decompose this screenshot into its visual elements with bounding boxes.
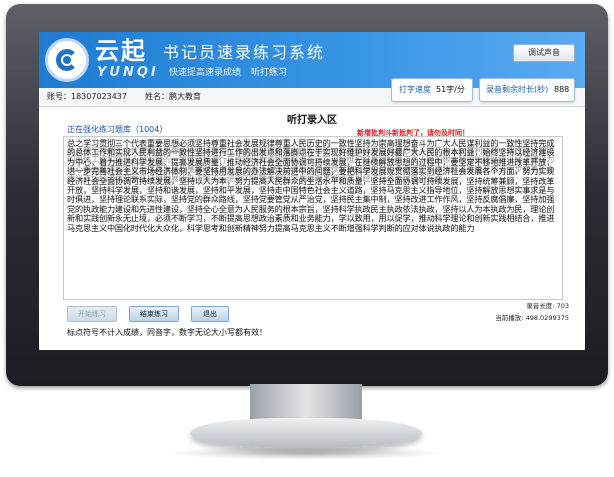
current-play-label: 当前播放: [495,314,524,322]
brand-slogan: 快速提高速录成绩 [169,68,242,78]
stand-shadow [165,446,447,460]
typing-input-area[interactable]: 总之学习贯彻三个代表重要思想必须坚持尊重社会发展规律尊重人民历史的一致性坚持为崇… [63,136,563,300]
typing-speed-value: 51字/分 [436,85,465,94]
start-practice-button[interactable]: 开始练习 [67,306,117,322]
remaining-time-value: 888 [554,85,570,94]
record-length-label: 录音长度: [526,302,555,310]
name-value: 鹏大教育 [169,92,201,101]
remaining-time-box: 录音剩余时长(秒) 888 [479,78,575,102]
remaining-time-label: 录音剩余时长(秒) [486,85,549,94]
monitor-stand-neck [250,384,362,422]
record-length: 录音长度: 703 [526,302,569,311]
brand-english: YUNQI [97,65,159,80]
account-value: 18307023437 [71,92,127,101]
question-bank-link[interactable]: 正在强化练习题库（1004） [67,124,167,136]
record-length-value: 703 [556,302,569,310]
current-play-value: 498.0299375 [525,314,569,322]
exit-button[interactable]: 退出 [191,306,229,322]
brand-name: 云起 [95,37,147,65]
adjust-sound-button[interactable]: 调试声音 [513,44,575,62]
yunqi-logo-icon [45,38,89,82]
monitor-stand-base [190,418,422,448]
app-title: 书记员速录练习系统 [163,43,326,62]
practice-mode-label: 听打练习 [251,68,288,78]
monitor-bezel: 云起 书记员速录练习系统 YUNQI 快速提高速录成绩 听打练习 调试声音 账号… [6,4,608,386]
current-play: 当前播放: 498.0299375 [495,314,569,323]
name-label: 姓名： [145,92,169,101]
typing-speed-label: 打字速度 [399,85,431,94]
typing-speed-box: 打字速度 51字/分 [391,78,473,102]
scoring-note: 标点符号不计入成绩，同音字，数字无论大小写都有效！ [67,328,267,337]
account-label: 账号： [47,92,71,101]
typed-passage: 总之学习贯彻三个代表重要思想必须坚持尊重社会发展规律尊重人民历史的一致性坚持为崇… [67,145,555,184]
end-practice-button[interactable]: 结束练习 [129,306,179,322]
app-window: 云起 书记员速录练习系统 YUNQI 快速提高速录成绩 听打练习 调试声音 账号… [39,32,585,350]
